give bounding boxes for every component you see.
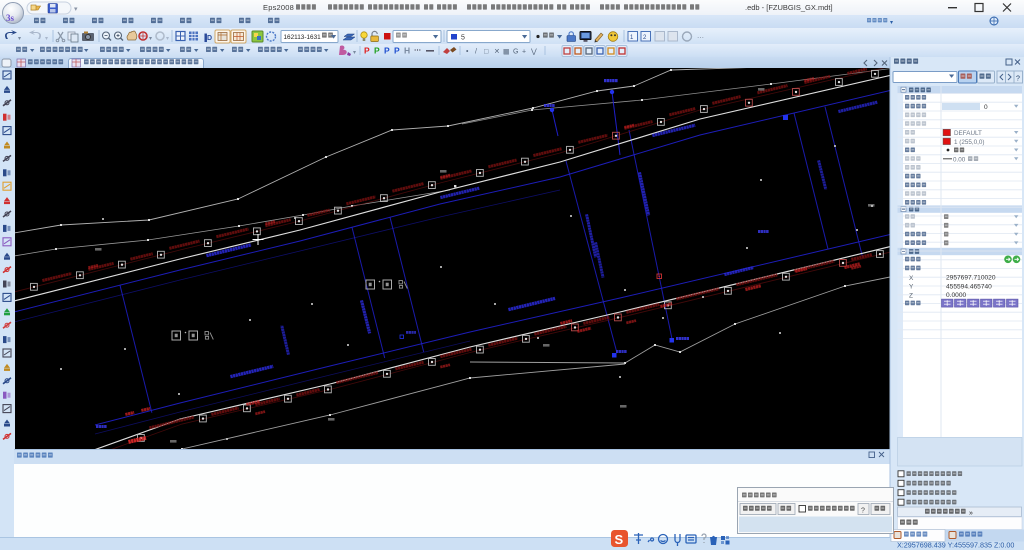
svg-text:□: □ [484, 49, 489, 56]
svg-text:5: 5 [461, 35, 465, 42]
svg-text:+: + [522, 49, 526, 56]
svg-text:S: S [615, 532, 624, 547]
svg-text:⋯: ⋯ [414, 48, 421, 55]
svg-text:▾: ▾ [18, 36, 21, 42]
svg-text:455594.465740: 455594.465740 [946, 283, 992, 290]
svg-text:2957697.710020: 2957697.710020 [946, 275, 996, 282]
svg-text:162113-1631: 162113-1631 [284, 34, 322, 41]
svg-text:⋯: ⋯ [697, 35, 704, 42]
svg-text:•: • [466, 49, 469, 56]
svg-text:X:2957698.439 Y:455597.835 Z:0: X:2957698.439 Y:455597.835 Z:0.00 [897, 541, 1014, 550]
svg-text:H: H [404, 46, 410, 56]
svg-text:/: / [475, 49, 477, 56]
svg-text:3s: 3s [6, 13, 15, 23]
svg-text:▐D: ▐D [202, 33, 212, 43]
svg-text:DEFAULT: DEFAULT [954, 130, 982, 137]
svg-text:0.0000: 0.0000 [946, 292, 967, 299]
svg-text:Y: Y [909, 284, 914, 291]
svg-text:▾: ▾ [353, 50, 356, 56]
svg-text:»: » [969, 510, 973, 517]
svg-text:▦: ▦ [503, 49, 510, 56]
svg-text:P: P [394, 46, 400, 56]
svg-text:G: G [513, 49, 518, 56]
svg-text:0.00: 0.00 [953, 156, 966, 163]
svg-text:.edb - [FZUBGIS_GX.mdt]: .edb - [FZUBGIS_GX.mdt] [745, 3, 833, 12]
svg-text:▾: ▾ [890, 20, 893, 26]
svg-text:✕: ✕ [494, 49, 500, 56]
svg-text:▾: ▾ [166, 36, 169, 42]
svg-text:X: X [909, 275, 914, 282]
svg-text:▾: ▾ [45, 36, 48, 42]
svg-text:P: P [374, 46, 380, 56]
svg-text:▾: ▾ [149, 36, 152, 42]
svg-text:P: P [364, 46, 370, 56]
svg-text:?: ? [861, 508, 865, 515]
svg-text:1 (255,0,0): 1 (255,0,0) [954, 139, 984, 146]
svg-text:▾: ▾ [74, 6, 78, 13]
svg-text:P: P [384, 46, 390, 56]
svg-text:?: ? [1016, 76, 1020, 83]
svg-text:⋁: ⋁ [530, 48, 537, 56]
svg-text:Z: Z [909, 292, 913, 299]
svg-text:0: 0 [984, 104, 988, 111]
